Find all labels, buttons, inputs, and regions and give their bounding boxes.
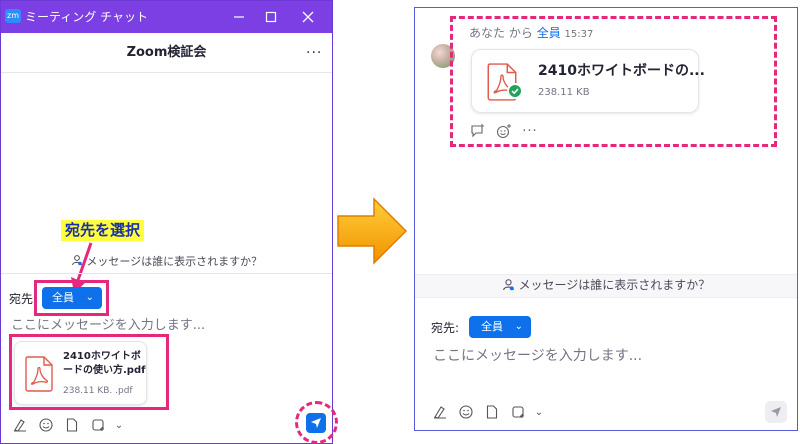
recipient-dropdown[interactable]: 全員 ⌄ — [469, 316, 531, 338]
emoji-icon — [459, 405, 473, 419]
chat-header: Zoom検証会 ··· — [1, 33, 332, 73]
highlight-sent-message — [450, 16, 777, 147]
maximize-icon — [265, 11, 277, 23]
file-icon — [66, 418, 78, 432]
chevron-down-icon: ⌄ — [514, 321, 523, 332]
chat-title: Zoom検証会 — [126, 45, 207, 60]
chevron-down-icon: ⌄ — [534, 406, 544, 418]
file-icon — [486, 405, 498, 419]
to-label: 宛先: — [9, 292, 38, 306]
more-tools-button[interactable]: ⌄ — [531, 402, 547, 422]
title-bar: zm ミーティング チャット — [1, 1, 332, 33]
screenshot-icon — [92, 419, 104, 431]
format-button[interactable] — [427, 402, 453, 422]
minimize-button[interactable] — [229, 7, 249, 27]
more-icon[interactable]: ··· — [306, 44, 322, 62]
composer-toolbar: ⌄ — [427, 402, 547, 422]
person-icon — [502, 279, 514, 291]
message-input[interactable]: ここにメッセージを入力します... — [433, 346, 642, 366]
visibility-prompt-text: メッセージは誰に表示されますか？ — [518, 278, 711, 292]
divider — [1, 273, 332, 274]
more-tools-button[interactable]: ⌄ — [111, 415, 127, 435]
chat-panel-result: あなた から 全員 15:37 2410ホワイトボードの... 238.11 K… — [414, 7, 798, 431]
maximize-button[interactable] — [261, 7, 281, 27]
emoji-button[interactable] — [33, 415, 59, 435]
meeting-chat-window: zm ミーティング チャット Zoom検証会 ··· 宛先を選択 メッセージは誰… — [0, 0, 338, 444]
format-button[interactable] — [7, 415, 33, 435]
close-button[interactable] — [298, 7, 318, 27]
format-icon — [434, 406, 446, 419]
file-button[interactable] — [479, 402, 505, 422]
visibility-prompt[interactable]: メッセージは誰に表示されますか？ — [415, 276, 797, 294]
highlight-send — [295, 401, 338, 444]
visibility-prompt[interactable]: メッセージは誰に表示されますか？ — [1, 253, 332, 271]
file-button[interactable] — [59, 415, 85, 435]
visibility-prompt-text: メッセージは誰に表示されますか？ — [86, 255, 263, 268]
emoji-button[interactable] — [453, 402, 479, 422]
person-icon — [71, 255, 82, 266]
send-button[interactable] — [765, 401, 787, 423]
screenshot-button[interactable] — [505, 402, 531, 422]
window-title: ミーティング チャット — [25, 10, 148, 24]
zoom-logo-icon: zm — [5, 9, 21, 23]
recipient-label: 全員 — [481, 320, 503, 333]
transition-arrow — [337, 197, 408, 265]
callout-select-recipient: 宛先を選択 — [61, 220, 145, 241]
highlight-recipient — [34, 280, 109, 316]
emoji-icon — [39, 418, 53, 432]
composer-toolbar: ⌄ — [7, 415, 127, 435]
to-label: 宛先: — [431, 321, 460, 335]
send-icon — [771, 407, 781, 417]
highlight-file — [9, 334, 169, 410]
close-icon — [302, 11, 314, 23]
screenshot-button[interactable] — [85, 415, 111, 435]
screenshot-icon — [512, 406, 524, 418]
minimize-icon — [234, 16, 244, 18]
format-icon — [14, 419, 26, 432]
message-input[interactable]: ここにメッセージを入力します... — [11, 317, 205, 335]
chevron-down-icon: ⌄ — [114, 419, 124, 431]
